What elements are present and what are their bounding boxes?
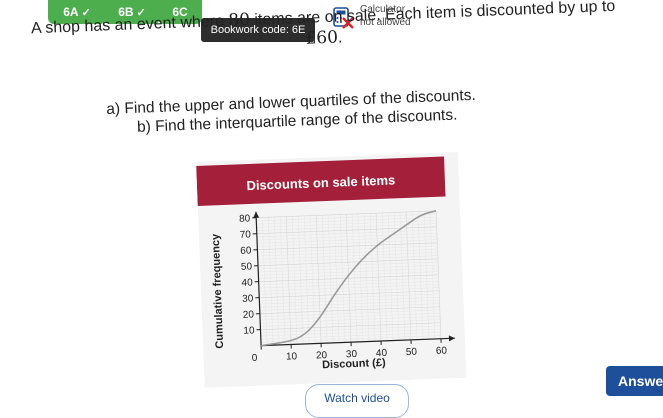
x-axis-label: Discount (£)	[322, 357, 386, 371]
question-pre: A shop has an event where	[31, 13, 229, 38]
watch-video-button[interactable]: Watch video	[305, 384, 409, 418]
y-tick-label: 60	[240, 245, 252, 256]
y-tick-label: 30	[242, 293, 254, 304]
x-tick-label: 60	[436, 345, 448, 356]
y-tick-label: 40	[241, 277, 253, 288]
question-parts: a) Find the upper and lower quartiles of…	[106, 86, 477, 138]
question-post: .	[338, 29, 343, 46]
y-tick-label: 10	[243, 325, 255, 336]
x-tick-label: 50	[406, 347, 418, 358]
cumulative-frequency-chart: Discounts on sale items 0102030405060102…	[196, 152, 466, 388]
x-tick-label: 0	[252, 353, 258, 364]
y-tick-label: 50	[241, 261, 253, 272]
x-tick-label: 10	[286, 351, 298, 362]
question-number-items: 80	[228, 10, 250, 31]
chart-svg: Discounts on sale items 0102030405060102…	[196, 152, 466, 388]
answer-button[interactable]: Answer	[606, 366, 663, 396]
y-tick-label: 80	[239, 213, 251, 224]
question-max-discount: £60	[305, 28, 338, 49]
y-tick-label: 20	[243, 309, 255, 320]
y-tick-label: 70	[240, 229, 252, 240]
